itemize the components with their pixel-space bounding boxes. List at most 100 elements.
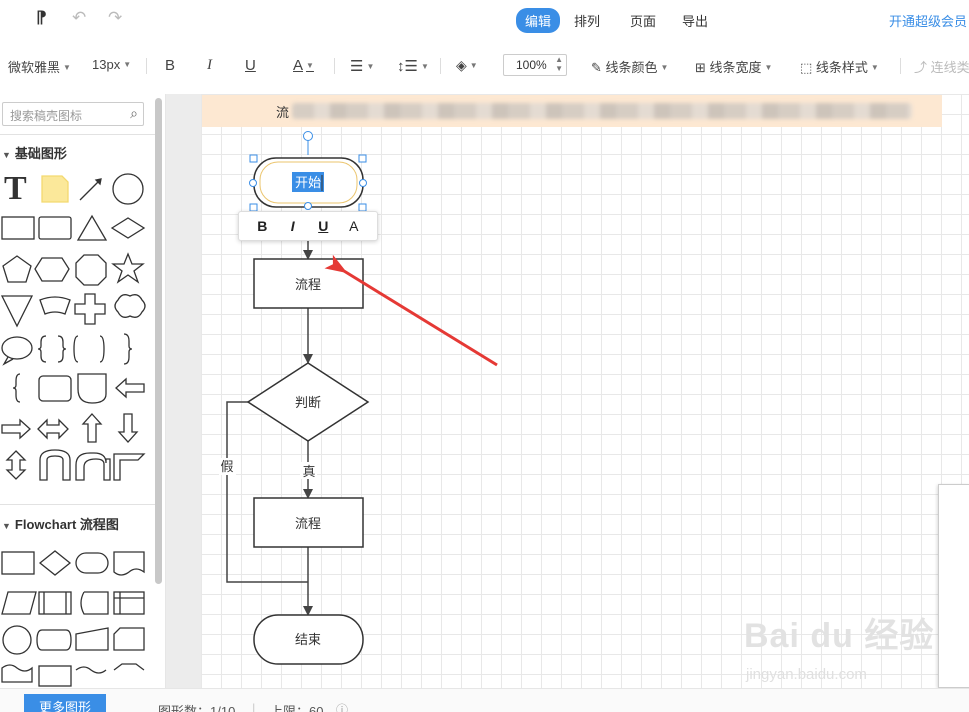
watermark-brand: Bai du 经验 xyxy=(744,617,935,655)
cross-shape[interactable] xyxy=(74,293,106,325)
popup-bold-button[interactable]: B xyxy=(252,218,272,234)
more-shapes-button[interactable]: 更多图形 xyxy=(24,694,106,712)
inverted-triangle-shape[interactable] xyxy=(0,295,34,328)
hexagon-shape[interactable] xyxy=(34,257,70,282)
left-arrow-shape[interactable] xyxy=(115,377,145,399)
connector-shape[interactable] xyxy=(2,625,32,655)
right-arrow-shape[interactable] xyxy=(1,418,31,440)
multi-document-shape[interactable] xyxy=(1,664,33,683)
popup-underline-button[interactable]: U xyxy=(313,218,333,234)
stored-data-shape[interactable] xyxy=(80,591,109,615)
popup-font-button[interactable]: A xyxy=(344,218,364,234)
right-bracket-shape[interactable] xyxy=(99,335,105,363)
align-button[interactable]: ☰ ▼ xyxy=(350,57,374,75)
document-shape[interactable] xyxy=(113,551,145,576)
terminator-shape[interactable] xyxy=(75,552,109,574)
brace-left-shape[interactable] xyxy=(12,373,21,403)
tab-arrange[interactable]: 排列 xyxy=(566,8,608,33)
menu-tabs: 编辑 排列 页面 导出 xyxy=(516,8,722,33)
fill-color-button[interactable]: ◈ ▼ xyxy=(456,57,478,74)
undo-icon[interactable]: ↶ xyxy=(72,8,86,28)
curved-arrow-shape[interactable] xyxy=(75,452,111,481)
speech-bubble-shape[interactable] xyxy=(1,336,33,360)
star-shape[interactable] xyxy=(111,252,145,284)
curved-banner-shape[interactable] xyxy=(39,296,71,315)
line-height-button[interactable]: ↕☰ ▼ xyxy=(397,57,429,75)
down-arrow-shape[interactable] xyxy=(117,413,139,443)
decision-shape[interactable] xyxy=(38,550,72,576)
italic-button[interactable]: I xyxy=(207,57,212,74)
section-basic-shapes[interactable]: ▼ 基础图形 xyxy=(0,143,67,162)
rectangle-shape[interactable] xyxy=(1,216,35,240)
up-down-arrow-shape[interactable] xyxy=(5,450,27,480)
up-arrow-shape[interactable] xyxy=(81,413,103,443)
rounded-rectangle-shape[interactable] xyxy=(38,216,72,240)
line-color-button[interactable]: ✎ 线条颜色 ▼ xyxy=(591,57,668,76)
delay-shape[interactable] xyxy=(77,373,107,404)
flowchart-shapes-palette[interactable] xyxy=(0,542,150,688)
process-shape-2[interactable] xyxy=(38,665,72,687)
search-icon[interactable]: ⌕ xyxy=(130,105,138,122)
search-input[interactable]: 搜索稿壳图标 ⌕ xyxy=(2,102,144,126)
line-width-label: 线条宽度 xyxy=(709,60,762,75)
pentagon-shape[interactable] xyxy=(2,255,32,283)
arrow-line-shape[interactable] xyxy=(79,179,101,201)
top-bar: ⁋ ↶ ↷ 编辑 排列 页面 导出 开通超级会员 xyxy=(0,0,969,38)
triangle-shape[interactable] xyxy=(76,214,108,241)
brace-shape[interactable] xyxy=(123,333,133,365)
font-color-button[interactable]: A ▼ xyxy=(293,57,314,74)
left-bracket-shape[interactable] xyxy=(73,335,79,363)
underline-button[interactable]: U xyxy=(245,57,256,74)
bold-button[interactable]: B xyxy=(165,57,175,74)
cloud-shape[interactable] xyxy=(114,294,146,318)
popup-italic-button[interactable]: I xyxy=(283,218,303,234)
format-painter-icon[interactable]: ⁋ xyxy=(36,8,47,28)
line-width-button[interactable]: ⊞ 线条宽度 ▼ xyxy=(695,57,772,76)
tab-export[interactable]: 导出 xyxy=(674,8,716,33)
circle-shape[interactable] xyxy=(112,173,144,205)
node-start-label[interactable]: 开始 xyxy=(295,175,321,190)
font-family-value: 微软雅黑 xyxy=(8,60,61,75)
rounded-square-shape[interactable] xyxy=(38,375,72,402)
side-panel[interactable] xyxy=(938,484,969,688)
tab-edit[interactable]: 编辑 xyxy=(516,8,561,33)
chevron-down-icon: ▼ xyxy=(469,61,478,70)
section-flowchart[interactable]: ▼ Flowchart 流程图 xyxy=(0,514,119,533)
chevron-down-icon: ▼ xyxy=(123,60,132,69)
manual-input-shape[interactable] xyxy=(75,627,109,651)
internal-storage-shape[interactable] xyxy=(113,591,145,615)
chevron-down-icon: ▼ xyxy=(306,61,314,70)
text-shape[interactable]: T xyxy=(4,170,27,207)
pencil-icon: ✎ xyxy=(591,60,606,75)
right-brace-shape[interactable] xyxy=(57,335,67,363)
banner-text: 流 xyxy=(276,105,290,120)
font-size-select[interactable]: 13px ▼ xyxy=(92,57,131,72)
line-spacing-icon: ↕☰ xyxy=(397,58,418,75)
u-turn-shape[interactable] xyxy=(39,449,71,481)
chevron-down-icon: ▼ xyxy=(2,521,11,531)
node-start[interactable]: 开始 xyxy=(253,157,364,208)
redo-icon[interactable]: ↷ xyxy=(108,8,122,28)
stepper-icon[interactable]: ▲ ▼ xyxy=(555,55,563,73)
shape-limit: 上限：60 xyxy=(270,704,324,712)
sidebar-scrollbar[interactable] xyxy=(155,98,162,584)
card-shape[interactable] xyxy=(113,627,145,651)
corner-shape[interactable] xyxy=(113,453,146,481)
font-family-select[interactable]: 微软雅黑 ▼ xyxy=(8,57,71,76)
line-style-button[interactable]: ⬚ 线条样式 ▼ xyxy=(800,57,879,76)
note-shape[interactable] xyxy=(41,175,69,203)
data-shape[interactable] xyxy=(1,591,37,615)
help-icon[interactable]: ⓘ xyxy=(336,701,348,712)
octagon-shape[interactable] xyxy=(75,254,107,286)
process-shape[interactable] xyxy=(1,551,35,575)
basic-shapes-palette[interactable]: T xyxy=(0,168,150,502)
vip-link[interactable]: 开通超级会员 xyxy=(889,11,967,30)
zoom-input[interactable]: 100% ▲ ▼ xyxy=(503,54,567,76)
tab-page[interactable]: 页面 xyxy=(622,8,664,33)
connector-button[interactable]: ⤴ 连线类 xyxy=(914,57,969,76)
divider xyxy=(146,58,147,74)
double-arrow-shape[interactable] xyxy=(37,418,69,440)
direct-data-shape[interactable] xyxy=(36,629,72,651)
left-brace-shape[interactable] xyxy=(37,335,47,363)
diamond-shape[interactable] xyxy=(110,217,146,239)
